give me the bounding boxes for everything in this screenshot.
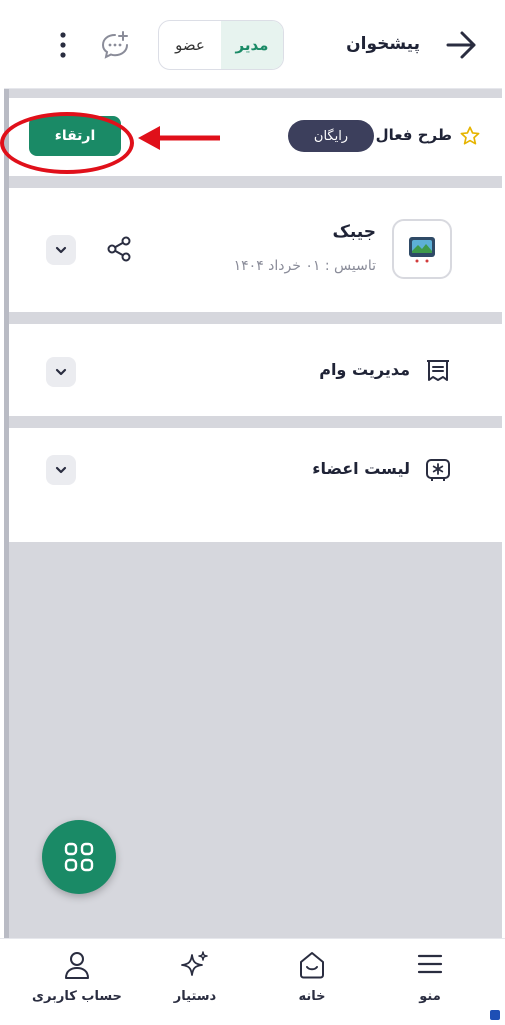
chevron-down-icon — [55, 466, 67, 474]
chevron-down-icon — [55, 368, 67, 376]
group-expand-button[interactable] — [46, 235, 76, 265]
row-label: لیست اعضاء — [312, 459, 410, 478]
home-icon — [300, 952, 324, 979]
upgrade-button[interactable]: ارتقاء — [29, 116, 121, 156]
bottom-navigation: منو خانه دستیار حساب کاربری — [0, 938, 505, 1025]
chevron-down-icon — [55, 246, 67, 254]
loan-management-row[interactable]: مدیریت وام — [9, 324, 502, 416]
role-switch: عضو مدیر — [158, 20, 284, 70]
group-founded-date: تاسیس : ۰۱ خرداد ۱۴۰۴ — [233, 258, 376, 274]
plan-badge: رایگان — [288, 120, 374, 152]
nav-account[interactable]: حساب کاربری — [22, 939, 132, 1025]
nav-label: دستیار — [173, 989, 217, 1004]
apps-fab-button[interactable] — [42, 820, 116, 894]
loan-icon — [427, 360, 449, 381]
nav-assistant[interactable]: دستیار — [140, 939, 250, 1025]
sparkle-icon — [181, 951, 208, 976]
group-avatar — [392, 219, 452, 279]
members-expand-button[interactable] — [46, 455, 76, 485]
grid-icon — [64, 842, 94, 872]
tab-member[interactable]: عضو — [159, 21, 221, 69]
share-icon[interactable] — [105, 235, 133, 263]
group-card[interactable]: جیبک تاسیس : ۰۱ خرداد ۱۴۰۴ — [9, 188, 502, 312]
user-icon — [65, 952, 89, 979]
nav-label: منو — [419, 989, 441, 1004]
corner-badge-icon — [490, 1010, 500, 1020]
back-arrow-icon[interactable] — [444, 28, 478, 62]
active-plan-card: طرح فعال رایگان ارتقاء — [9, 98, 502, 176]
nav-label: حساب کاربری — [32, 989, 122, 1004]
more-options-icon[interactable] — [53, 30, 73, 60]
tab-admin[interactable]: مدیر — [221, 21, 283, 69]
nav-menu[interactable]: منو — [375, 939, 485, 1025]
wallet-icon — [409, 237, 435, 263]
members-list-row[interactable]: لیست اعضاء — [9, 428, 502, 542]
menu-icon — [417, 954, 443, 974]
loan-expand-button[interactable] — [46, 357, 76, 387]
row-label: مدیریت وام — [319, 360, 410, 379]
members-icon — [426, 459, 450, 481]
nav-home[interactable]: خانه — [257, 939, 367, 1025]
page-title: پیشخوان — [346, 34, 420, 54]
chat-add-icon[interactable] — [100, 30, 130, 60]
star-icon — [460, 126, 480, 145]
top-bar: پیشخوان عضو مدیر — [4, 0, 502, 89]
group-name: جیبک — [332, 222, 376, 242]
nav-label: خانه — [298, 989, 326, 1004]
plan-label: طرح فعال — [375, 126, 452, 144]
